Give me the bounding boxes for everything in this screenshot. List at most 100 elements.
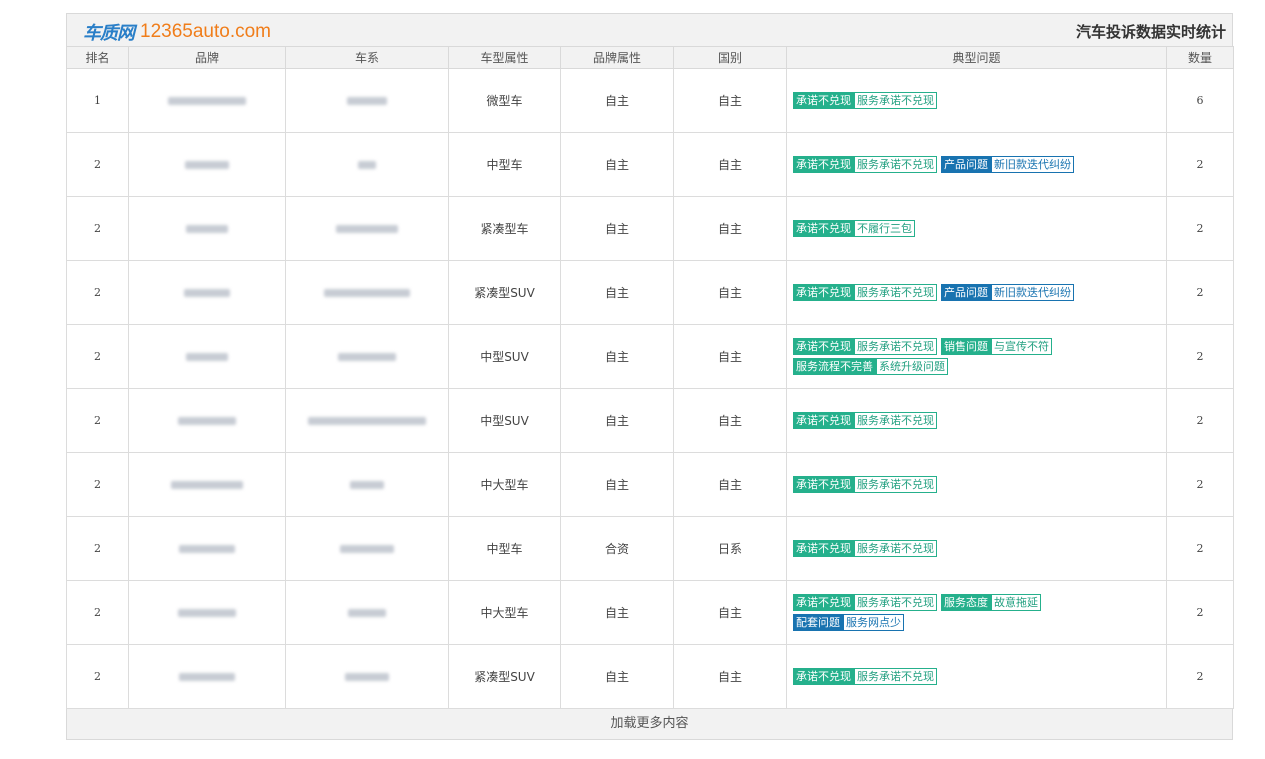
site-logo[interactable]: 车质网 12365auto.com (83, 19, 271, 45)
issue-subcategory-tag[interactable]: 服务承诺不兑现 (854, 284, 937, 301)
brand-cell-redacted (128, 388, 286, 453)
issue-category-tag[interactable]: 承诺不兑现 (793, 540, 854, 557)
brand-attr-cell: 自主 (560, 644, 674, 709)
rank-cell: 2 (66, 260, 129, 325)
brand-cell-redacted (128, 132, 286, 197)
issue-category-tag[interactable]: 承诺不兑现 (793, 412, 854, 429)
issues-cell: 承诺不兑现 服务承诺不兑现 产品问题 新旧款迭代纠纷 (786, 132, 1167, 197)
series-cell-redacted (285, 196, 449, 261)
issue-category-tag[interactable]: 承诺不兑现 (793, 284, 854, 301)
issue-subcategory-tag[interactable]: 服务承诺不兑现 (854, 540, 937, 557)
issue-line: 承诺不兑现 服务承诺不兑现 产品问题 新旧款迭代纠纷 (793, 284, 1166, 302)
country-cell: 自主 (673, 580, 787, 645)
issue-category-tag[interactable]: 配套问题 (793, 614, 843, 631)
issue-subcategory-tag[interactable]: 服务承诺不兑现 (854, 594, 937, 611)
issue-line: 服务流程不完善 系统升级问题 (793, 358, 1166, 376)
table-row[interactable]: 2 中型车 合资 日系 承诺不兑现 服务承诺不兑现 2 (66, 516, 1234, 581)
panel-header: 车质网 12365auto.com 汽车投诉数据实时统计 (66, 13, 1233, 46)
redacted-blur (358, 160, 376, 169)
redacted-blur (340, 544, 394, 553)
issue-subcategory-tag[interactable]: 系统升级问题 (876, 358, 948, 375)
table-row[interactable]: 2 中大型车 自主 自主 承诺不兑现 服务承诺不兑现 2 (66, 452, 1234, 517)
issue-subcategory-tag[interactable]: 新旧款迭代纠纷 (991, 284, 1074, 301)
car-type-cell: 中型车 (448, 516, 561, 581)
table-row[interactable]: 2 中型车 自主 自主 承诺不兑现 服务承诺不兑现 产品问题 新旧款迭代纠纷 2 (66, 132, 1234, 197)
issue-subcategory-tag[interactable]: 服务承诺不兑现 (854, 92, 937, 109)
issue-line: 承诺不兑现 服务承诺不兑现 (793, 668, 1166, 686)
issues-cell: 承诺不兑现 服务承诺不兑现 服务态度 故意拖延配套问题 服务网点少 (786, 580, 1167, 645)
car-type-cell: 中大型车 (448, 452, 561, 517)
brand-attr-cell: 自主 (560, 196, 674, 261)
car-type-cell: 中型SUV (448, 388, 561, 453)
issue-category-tag[interactable]: 服务态度 (941, 594, 991, 611)
table-row[interactable]: 2 紧凑型车 自主 自主 承诺不兑现 不履行三包 2 (66, 196, 1234, 261)
table-row[interactable]: 2 中大型车 自主 自主 承诺不兑现 服务承诺不兑现 服务态度 故意拖延 配套问题 服务网点少 2 (66, 580, 1234, 645)
rank-cell: 2 (66, 388, 129, 453)
issues-cell: 承诺不兑现 服务承诺不兑现 (786, 68, 1167, 133)
issue-category-tag[interactable]: 产品问题 (941, 156, 991, 173)
brand-attr-cell: 自主 (560, 388, 674, 453)
redacted-blur (171, 480, 243, 489)
issue-subcategory-tag[interactable]: 与宣传不符 (991, 338, 1052, 355)
issue-category-tag[interactable]: 产品问题 (941, 284, 991, 301)
issue-subcategory-tag[interactable]: 服务承诺不兑现 (854, 156, 937, 173)
issue-category-tag[interactable]: 承诺不兑现 (793, 476, 854, 493)
series-cell-redacted (285, 452, 449, 517)
col-count: 数量 (1166, 46, 1234, 69)
issue-category-tag[interactable]: 承诺不兑现 (793, 156, 854, 173)
redacted-blur (350, 480, 384, 489)
count-cell: 2 (1166, 580, 1234, 645)
issue-subcategory-tag[interactable]: 服务承诺不兑现 (854, 412, 937, 429)
load-more-button[interactable]: 加载更多内容 (66, 709, 1233, 740)
complaint-table: 排名 品牌 车系 车型属性 品牌属性 国别 典型问题 数量 1 微型车 自主 自主 承诺… (66, 46, 1234, 709)
table-row[interactable]: 2 紧凑型SUV 自主 自主 承诺不兑现 服务承诺不兑现 产品问题 新旧款迭代纠纷 2 (66, 260, 1234, 325)
issue-line: 承诺不兑现 服务承诺不兑现 产品问题 新旧款迭代纠纷 (793, 156, 1166, 174)
issue-subcategory-tag[interactable]: 服务承诺不兑现 (854, 476, 937, 493)
issue-category-tag[interactable]: 承诺不兑现 (793, 668, 854, 685)
table-row[interactable]: 2 中型SUV 自主 自主 承诺不兑现 服务承诺不兑现 销售问题 与宣传不符 服务流程不完善 系统… (66, 324, 1234, 389)
issue-category-tag[interactable]: 承诺不兑现 (793, 338, 854, 355)
table-row[interactable]: 2 紧凑型SUV 自主 自主 承诺不兑现 服务承诺不兑现 2 (66, 644, 1234, 709)
col-series: 车系 (285, 46, 449, 69)
table-row[interactable]: 2 中型SUV 自主 自主 承诺不兑现 服务承诺不兑现 2 (66, 388, 1234, 453)
redacted-blur (184, 288, 230, 297)
complaint-stats-panel: 车质网 12365auto.com 汽车投诉数据实时统计 排名 品牌 车系 车型… (66, 13, 1234, 740)
brand-attr-cell: 自主 (560, 68, 674, 133)
car-type-cell: 中型SUV (448, 324, 561, 389)
issue-line: 承诺不兑现 服务承诺不兑现 (793, 476, 1166, 494)
logo-url: 12365auto.com (140, 21, 271, 42)
brand-cell-redacted (128, 644, 286, 709)
issue-subcategory-tag[interactable]: 故意拖延 (991, 594, 1041, 611)
issue-category-tag[interactable]: 承诺不兑现 (793, 220, 854, 237)
issue-line: 承诺不兑现 服务承诺不兑现 (793, 92, 1166, 110)
brand-attr-cell: 自主 (560, 452, 674, 517)
col-brand-attr: 品牌属性 (560, 46, 674, 69)
issue-subcategory-tag[interactable]: 服务网点少 (843, 614, 904, 631)
country-cell: 自主 (673, 196, 787, 261)
issue-category-tag[interactable]: 承诺不兑现 (793, 594, 854, 611)
country-cell: 自主 (673, 644, 787, 709)
issues-cell: 承诺不兑现 服务承诺不兑现 产品问题 新旧款迭代纠纷 (786, 260, 1167, 325)
count-cell: 6 (1166, 68, 1234, 133)
table-header-row: 排名 品牌 车系 车型属性 品牌属性 国别 典型问题 数量 (66, 46, 1234, 69)
country-cell: 日系 (673, 516, 787, 581)
issues-cell: 承诺不兑现 服务承诺不兑现 (786, 516, 1167, 581)
issue-category-tag[interactable]: 服务流程不完善 (793, 358, 876, 375)
series-cell-redacted (285, 388, 449, 453)
issue-category-tag[interactable]: 销售问题 (941, 338, 991, 355)
redacted-blur (336, 224, 398, 233)
issue-subcategory-tag[interactable]: 不履行三包 (854, 220, 915, 237)
count-cell: 2 (1166, 196, 1234, 261)
car-type-cell: 紧凑型车 (448, 196, 561, 261)
redacted-blur (168, 96, 246, 105)
issue-subcategory-tag[interactable]: 新旧款迭代纠纷 (991, 156, 1074, 173)
issue-subcategory-tag[interactable]: 服务承诺不兑现 (854, 338, 937, 355)
table-row[interactable]: 1 微型车 自主 自主 承诺不兑现 服务承诺不兑现 6 (66, 68, 1234, 133)
brand-cell-redacted (128, 580, 286, 645)
country-cell: 自主 (673, 68, 787, 133)
brand-cell-redacted (128, 196, 286, 261)
brand-cell-redacted (128, 452, 286, 517)
issue-category-tag[interactable]: 承诺不兑现 (793, 92, 854, 109)
car-type-cell: 中大型车 (448, 580, 561, 645)
issue-subcategory-tag[interactable]: 服务承诺不兑现 (854, 668, 937, 685)
